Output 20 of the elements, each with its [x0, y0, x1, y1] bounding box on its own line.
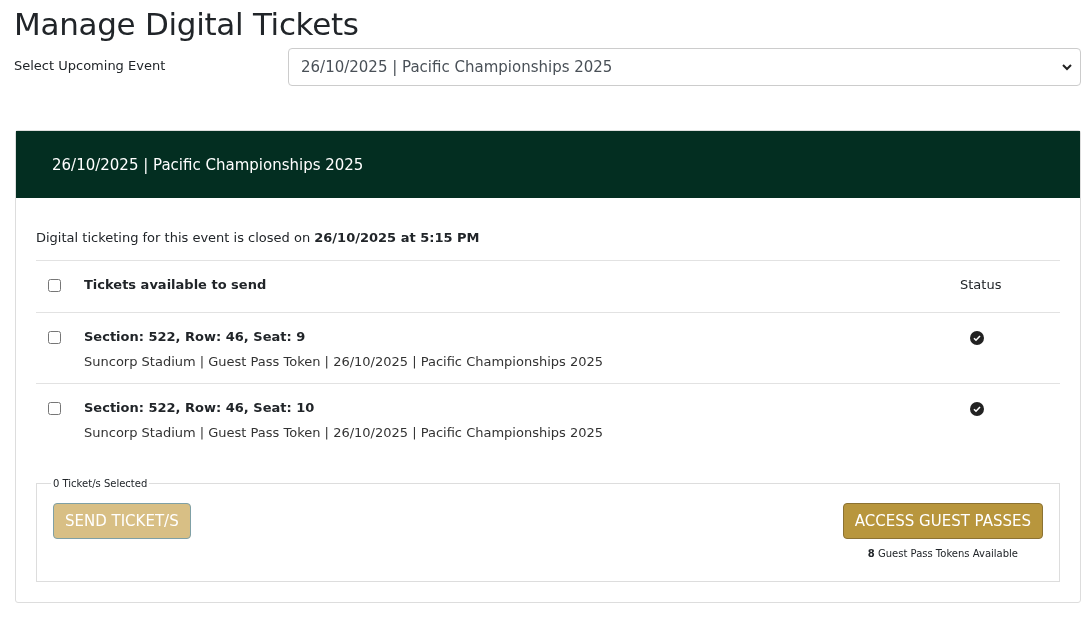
select-all-checkbox[interactable]	[48, 279, 61, 292]
ticket-checkbox[interactable]	[48, 402, 61, 415]
card-title: 26/10/2025 | Pacific Championships 2025	[52, 155, 364, 174]
check-circle-icon	[970, 331, 984, 345]
ticket-seat: Section: 522, Row: 46, Seat: 10	[84, 400, 960, 415]
column-header: Tickets available to send	[84, 277, 268, 294]
tokens-available-note: 8 Guest Pass Tokens Available	[867, 548, 1018, 559]
access-guest-passes-button[interactable]: ACCESS GUEST PASSES	[842, 503, 1043, 539]
ticket-seat: Section: 522, Row: 46, Seat: 9	[84, 329, 960, 344]
check-circle-icon	[970, 402, 984, 416]
selection-count: 0 Ticket/s Selected	[52, 478, 149, 489]
column-header: Status	[960, 277, 1003, 294]
ticket-details: Suncorp Stadium | Guest Pass Token | 26/10/2025 | Pacific Championships 2025	[84, 354, 605, 369]
ticket-checkbox[interactable]	[48, 331, 61, 344]
event-select[interactable]: 26/10/2025 | Pacific Championships 2025	[288, 48, 1081, 86]
field-label: Select Upcoming Event	[14, 57, 167, 73]
chevron-down-icon	[1062, 63, 1072, 71]
closing-notice: Digital ticketing for this event is closed on 26/10/2025 at 5:15 PM	[36, 230, 1060, 261]
page-title: Manage Digital Tickets	[14, 6, 360, 42]
ticket-details: Suncorp Stadium | Guest Pass Token | 26/10/2025 | Pacific Championships 2025	[84, 425, 605, 440]
